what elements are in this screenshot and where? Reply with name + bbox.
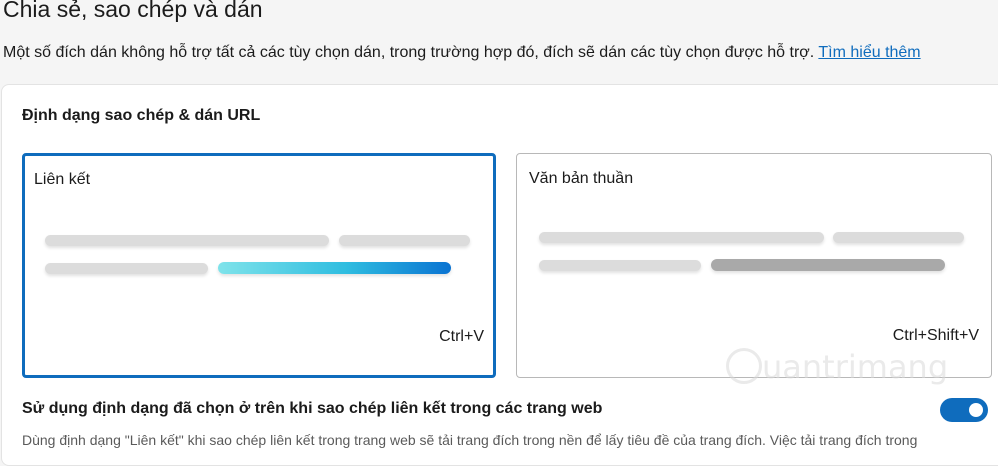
url-format-section-title: Định dạng sao chép & dán URL	[22, 107, 261, 124]
toggle-hint-text: Dùng định dạng "Liên kết" khi sao chép l…	[22, 432, 918, 448]
preview-bar	[339, 235, 470, 246]
preview-bar	[833, 232, 964, 243]
link-format-shortcut: Ctrl+V	[439, 328, 484, 345]
link-format-label: Liên kết	[34, 171, 91, 188]
preview-bar	[539, 232, 824, 243]
preview-bar	[45, 263, 208, 274]
watermark-logo: uantrimang	[722, 344, 952, 394]
description-text: Một số đích dán không hỗ trợ tất cả các …	[3, 44, 815, 61]
page-description: Một số đích dán không hỗ trợ tất cả các …	[3, 44, 921, 62]
preview-bar	[539, 260, 701, 271]
plain-text-format-shortcut: Ctrl+Shift+V	[892, 327, 979, 344]
page-title: Chia sẻ, sao chép và dán	[3, 0, 263, 22]
plain-text-format-label: Văn bản thuần	[529, 170, 634, 187]
plain-text-preview-bar	[711, 259, 945, 271]
link-preview-bar	[218, 262, 451, 274]
watermark-text: uantrimang	[762, 348, 949, 386]
use-format-toggle-label: Sử dụng định dạng đã chọn ở trên khi sao…	[22, 400, 603, 417]
watermark-circle-icon	[726, 348, 762, 384]
preview-bar	[45, 235, 329, 246]
use-format-toggle[interactable]	[940, 398, 988, 422]
learn-more-link[interactable]: Tìm hiểu thêm	[818, 44, 920, 61]
link-format-option[interactable]: Liên kết Ctrl+V	[22, 153, 496, 378]
toggle-knob	[969, 403, 983, 417]
